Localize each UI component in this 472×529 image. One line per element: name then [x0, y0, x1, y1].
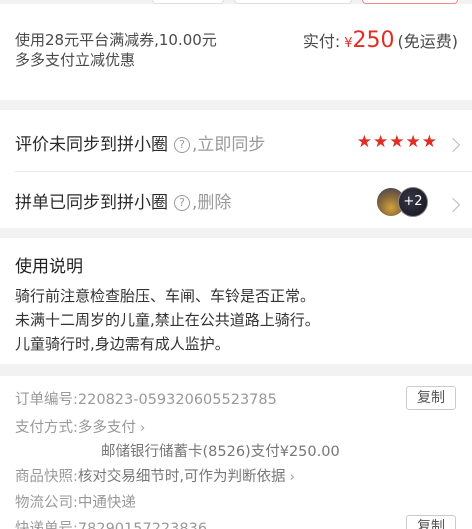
logistics-row: 物流公司:中通快递: [15, 491, 136, 512]
snapshot-value: 核对交易细节时,可作为判断依据: [77, 469, 286, 485]
tracking-row: 快递单号:78290157223836: [15, 517, 207, 529]
payment-detail-value: 邮储银行储蓄卡(8526)支付¥250.00: [101, 444, 340, 460]
snapshot-label: 商品快照:: [15, 469, 78, 485]
order-number-value: 220823-059320605523785: [77, 392, 277, 408]
order-number-row: 订单编号:220823-059320605523785: [15, 388, 277, 409]
usage-text: 骑行前注意检查胎压、车闸、车铃是否正常。 未满十二周岁的儿童,禁止在公共道路上骑…: [15, 284, 320, 356]
review-sync-label: 评价未同步到拼小圈: [15, 135, 168, 155]
currency-symbol: ¥: [344, 36, 353, 51]
payment-detail: 邮储银行储蓄卡(8526)支付¥250.00: [101, 440, 340, 461]
payment-method-row[interactable]: 支付方式:多多支付 ›: [15, 416, 145, 437]
order-info-section: 订单编号:220823-059320605523785 复制 支付方式:多多支付…: [0, 376, 472, 529]
usage-section: 使用说明 骑行前注意检查胎压、车闸、车铃是否正常。 未满十二周岁的儿童,禁止在公…: [0, 238, 472, 364]
payment-method-label: 支付方式:: [15, 420, 78, 436]
paid-amount: 实付: ¥250 (免运费): [303, 28, 458, 53]
price-section: 使用28元平台满减券,10.00元多多支付立减优惠 实付: ¥250 (免运费): [0, 4, 472, 100]
chevron-right-icon: ›: [285, 470, 295, 485]
group-sync-title: 拼单已同步到拼小圈? ,删除: [15, 188, 231, 213]
logistics-label: 物流公司:: [15, 495, 78, 511]
review-sync-row[interactable]: 评价未同步到拼小圈? ,立即同步 ★★★★★: [15, 114, 472, 172]
paid-label: 实付:: [302, 32, 341, 51]
help-icon[interactable]: ?: [174, 195, 190, 211]
help-icon[interactable]: ?: [174, 137, 190, 153]
rating-stars: ★★★★★: [356, 132, 438, 152]
chevron-right-icon: [445, 197, 461, 213]
avatar-group[interactable]: +2: [376, 184, 438, 218]
usage-line: 骑行前注意检查胎压、车闸、车铃是否正常。: [15, 287, 316, 305]
tracking-label: 快递单号:: [15, 521, 78, 529]
avatar-more-count: +2: [398, 187, 428, 217]
chevron-right-icon: ›: [135, 421, 146, 436]
tracking-value: 78290157223836: [77, 521, 208, 529]
group-sync-row[interactable]: 拼单已同步到拼小圈? ,删除 +2: [0, 172, 472, 230]
delete-link[interactable]: ,删除: [192, 193, 231, 213]
promo-text: 使用28元平台满减券,10.00元多多支付立减优惠: [15, 31, 217, 69]
payment-method-value: 多多支付: [77, 420, 136, 436]
usage-line: 未满十二周岁的儿童,禁止在公共道路上骑行。: [15, 311, 320, 329]
review-sync-title: 评价未同步到拼小圈? ,立即同步: [15, 130, 265, 155]
usage-line: 儿童骑行时,身边需有成人监护。: [15, 335, 230, 353]
copy-order-number-button[interactable]: 复制: [406, 386, 456, 410]
chevron-right-icon: [445, 137, 461, 153]
sync-section: 评价未同步到拼小圈? ,立即同步 ★★★★★ 拼单已同步到拼小圈? ,删除 +2: [0, 110, 472, 228]
shipping-note: (免运费): [397, 32, 459, 51]
usage-title: 使用说明: [15, 257, 83, 277]
paid-value: 250: [352, 28, 395, 53]
logistics-value: 中通快递: [77, 495, 136, 511]
group-sync-label: 拼单已同步到拼小圈: [15, 193, 168, 213]
order-number-label: 订单编号:: [15, 392, 78, 408]
sync-now-link[interactable]: ,立即同步: [192, 135, 265, 155]
copy-tracking-number-button[interactable]: 复制: [406, 515, 456, 529]
snapshot-row[interactable]: 商品快照:核对交易细节时,可作为判断依据 ›: [15, 465, 295, 486]
